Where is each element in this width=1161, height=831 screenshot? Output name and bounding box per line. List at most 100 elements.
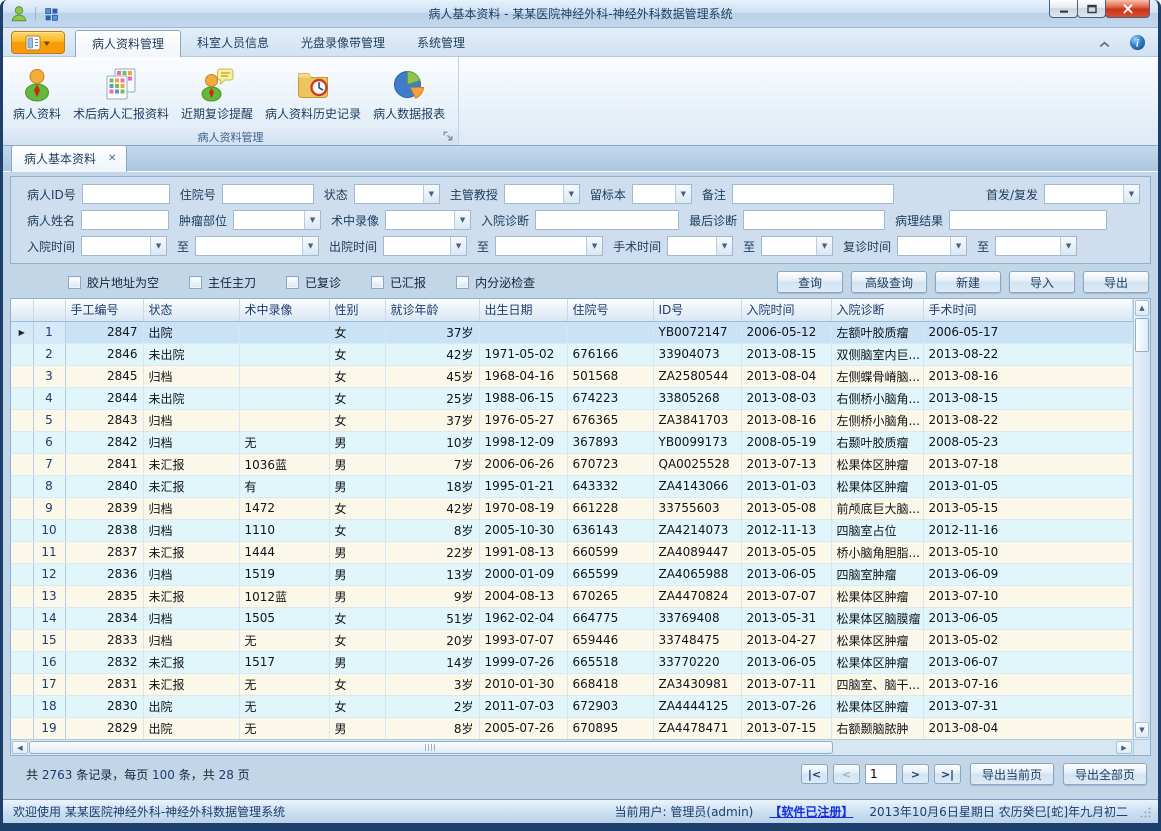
table-row[interactable]: 92839归档1472女42岁1970-08-19661228337556032… xyxy=(11,497,1133,519)
close-button[interactable] xyxy=(1105,0,1150,18)
filter-select[interactable]: ▼ xyxy=(81,236,167,256)
filter-checkbox[interactable] xyxy=(371,276,384,289)
ribbon-tab-1[interactable]: 科室人员信息 xyxy=(181,30,285,56)
last-page-button[interactable]: >| xyxy=(934,764,961,784)
resize-grip[interactable] xyxy=(1138,805,1152,819)
ribbon-tab-0[interactable]: 病人资料管理 xyxy=(75,30,181,57)
column-header[interactable]: 手术时间 xyxy=(923,299,1133,321)
column-header[interactable]: 性别 xyxy=(329,299,385,321)
vertical-scrollbar[interactable]: ▲ ▼ xyxy=(1133,299,1150,739)
table-cell: 1968-04-16 xyxy=(479,365,567,387)
ribbon-button-0[interactable]: 病人资料 xyxy=(7,63,67,125)
export-all-pages-button[interactable]: 导出全部页 xyxy=(1063,763,1147,785)
horizontal-scroll-thumb[interactable] xyxy=(29,741,833,754)
ribbon-tab-3[interactable]: 系统管理 xyxy=(401,30,481,56)
filter-input[interactable] xyxy=(81,210,169,230)
horizontal-scrollbar[interactable]: ◀ ▶ xyxy=(11,740,1133,755)
filter-select[interactable]: ▼ xyxy=(385,210,471,230)
table-row[interactable]: 122836归档1519男13岁2000-01-09665599ZA406598… xyxy=(11,563,1133,585)
filter-select[interactable]: ▼ xyxy=(195,236,319,256)
column-header[interactable]: 术中录像 xyxy=(239,299,329,321)
filter-input[interactable] xyxy=(222,184,314,204)
scroll-left-button[interactable]: ◀ xyxy=(12,741,28,754)
ribbon-tab-2[interactable]: 光盘录像带管理 xyxy=(285,30,401,56)
filter-select[interactable]: ▼ xyxy=(761,236,833,256)
column-header[interactable]: 入院时间 xyxy=(741,299,831,321)
filter-input[interactable] xyxy=(949,210,1107,230)
filter-select[interactable]: ▼ xyxy=(383,236,467,256)
ribbon-button-2[interactable]: 近期复诊提醒 xyxy=(175,63,259,125)
table-row[interactable]: 172831未汇报无女3岁2010-01-30668418ZA343098120… xyxy=(11,673,1133,695)
vertical-scroll-thumb[interactable] xyxy=(1135,318,1149,352)
column-header[interactable] xyxy=(11,299,33,321)
filter-select[interactable]: ▼ xyxy=(233,210,321,230)
column-header[interactable]: 手工编号 xyxy=(65,299,143,321)
new-button[interactable]: 新建 xyxy=(935,271,1001,293)
scroll-down-button[interactable]: ▼ xyxy=(1135,722,1149,738)
filter-input[interactable] xyxy=(535,210,679,230)
table-row[interactable]: 162832未汇报1517男14岁1999-07-266655183377022… xyxy=(11,651,1133,673)
filter-input[interactable] xyxy=(732,184,894,204)
table-row[interactable]: 42844未出院女25岁1988-06-15674223338052682013… xyxy=(11,387,1133,409)
ribbon-button-1[interactable]: 术后病人汇报资料 xyxy=(67,63,175,125)
registration-status-link[interactable]: 【软件已注册】 xyxy=(769,803,853,820)
minimize-button[interactable] xyxy=(1049,0,1078,18)
filter-checkbox[interactable] xyxy=(68,276,81,289)
maximize-button[interactable] xyxy=(1077,0,1106,18)
column-header[interactable]: 出生日期 xyxy=(479,299,567,321)
table-row[interactable]: 62842归档无男10岁1998-12-09367893YB0099173200… xyxy=(11,431,1133,453)
import-button[interactable]: 导入 xyxy=(1009,271,1075,293)
table-row[interactable]: 102838归档1110女8岁2005-10-30636143ZA4214073… xyxy=(11,519,1133,541)
search-button[interactable]: 查询 xyxy=(777,271,843,293)
table-row[interactable]: 52843归档女37岁1976-05-27676365ZA38417032013… xyxy=(11,409,1133,431)
export-current-page-button[interactable]: 导出当前页 xyxy=(970,763,1054,785)
column-header[interactable]: 住院号 xyxy=(567,299,653,321)
grid-layout-icon[interactable] xyxy=(43,5,61,23)
filter-select[interactable]: ▼ xyxy=(354,184,440,204)
filter-checkbox[interactable] xyxy=(456,276,469,289)
ribbon-button-3[interactable]: 病人资料历史记录 xyxy=(259,63,367,125)
table-row[interactable]: 32845归档女45岁1968-04-16501568ZA25805442013… xyxy=(11,365,1133,387)
column-header[interactable]: 入院诊断 xyxy=(831,299,923,321)
filter-select[interactable]: ▼ xyxy=(667,236,733,256)
column-header[interactable]: 状态 xyxy=(143,299,239,321)
filter-select[interactable]: ▼ xyxy=(897,236,967,256)
first-page-button[interactable]: |< xyxy=(801,764,828,784)
filter-select[interactable]: ▼ xyxy=(995,236,1077,256)
column-header[interactable] xyxy=(33,299,65,321)
table-row[interactable]: 152833归档无女20岁1993-07-0765944633748475201… xyxy=(11,629,1133,651)
filter-select[interactable]: ▼ xyxy=(495,236,603,256)
scroll-right-button[interactable]: ▶ xyxy=(1116,741,1132,754)
prev-page-button[interactable]: < xyxy=(833,764,860,784)
export-button[interactable]: 导出 xyxy=(1083,271,1149,293)
filter-checkbox[interactable] xyxy=(286,276,299,289)
tab-close-icon[interactable]: ✕ xyxy=(108,154,116,164)
document-tab[interactable]: 病人基本资料 ✕ xyxy=(11,145,127,172)
filter-input[interactable] xyxy=(82,184,170,204)
table-row[interactable]: 22846未出院女42岁1971-05-02676166339040732013… xyxy=(11,343,1133,365)
collapse-ribbon-button[interactable] xyxy=(1098,38,1111,47)
table-row[interactable]: 132835未汇报1012蓝男9岁2004-08-13670265ZA44708… xyxy=(11,585,1133,607)
page-number-input[interactable] xyxy=(865,764,897,784)
filter-select[interactable]: ▼ xyxy=(504,184,580,204)
table-row[interactable]: 192829出院无男8岁2005-07-26670895ZA4478471201… xyxy=(11,717,1133,739)
table-row[interactable]: ▶12847出院女37岁YB00721472006-05-12左额叶胶质瘤200… xyxy=(11,321,1133,343)
app-menu-button[interactable] xyxy=(11,31,65,54)
table-row[interactable]: 182830出院无女2岁2011-07-03672903ZA4444125201… xyxy=(11,695,1133,717)
table-row[interactable]: 82840未汇报有男18岁1995-01-21643332ZA414306620… xyxy=(11,475,1133,497)
column-header[interactable]: ID号 xyxy=(653,299,741,321)
dialog-launcher-button[interactable] xyxy=(442,130,455,143)
table-row[interactable]: 142834归档1505女51岁1962-02-0466477533769408… xyxy=(11,607,1133,629)
ribbon-button-4[interactable]: 病人数据报表 xyxy=(367,63,451,125)
table-row[interactable]: 112837未汇报1444男22岁1991-08-13660599ZA40894… xyxy=(11,541,1133,563)
filter-select[interactable]: ▼ xyxy=(1044,184,1140,204)
filter-select[interactable]: ▼ xyxy=(632,184,692,204)
scroll-up-button[interactable]: ▲ xyxy=(1135,300,1149,316)
advanced-search-button[interactable]: 高级查询 xyxy=(851,271,927,293)
next-page-button[interactable]: > xyxy=(902,764,929,784)
filter-checkbox[interactable] xyxy=(189,276,202,289)
column-header[interactable]: 就诊年龄 xyxy=(385,299,479,321)
help-button[interactable]: i xyxy=(1129,34,1146,51)
table-row[interactable]: 72841未汇报1036蓝男7岁2006-06-26670723QA002552… xyxy=(11,453,1133,475)
filter-input[interactable] xyxy=(743,210,885,230)
